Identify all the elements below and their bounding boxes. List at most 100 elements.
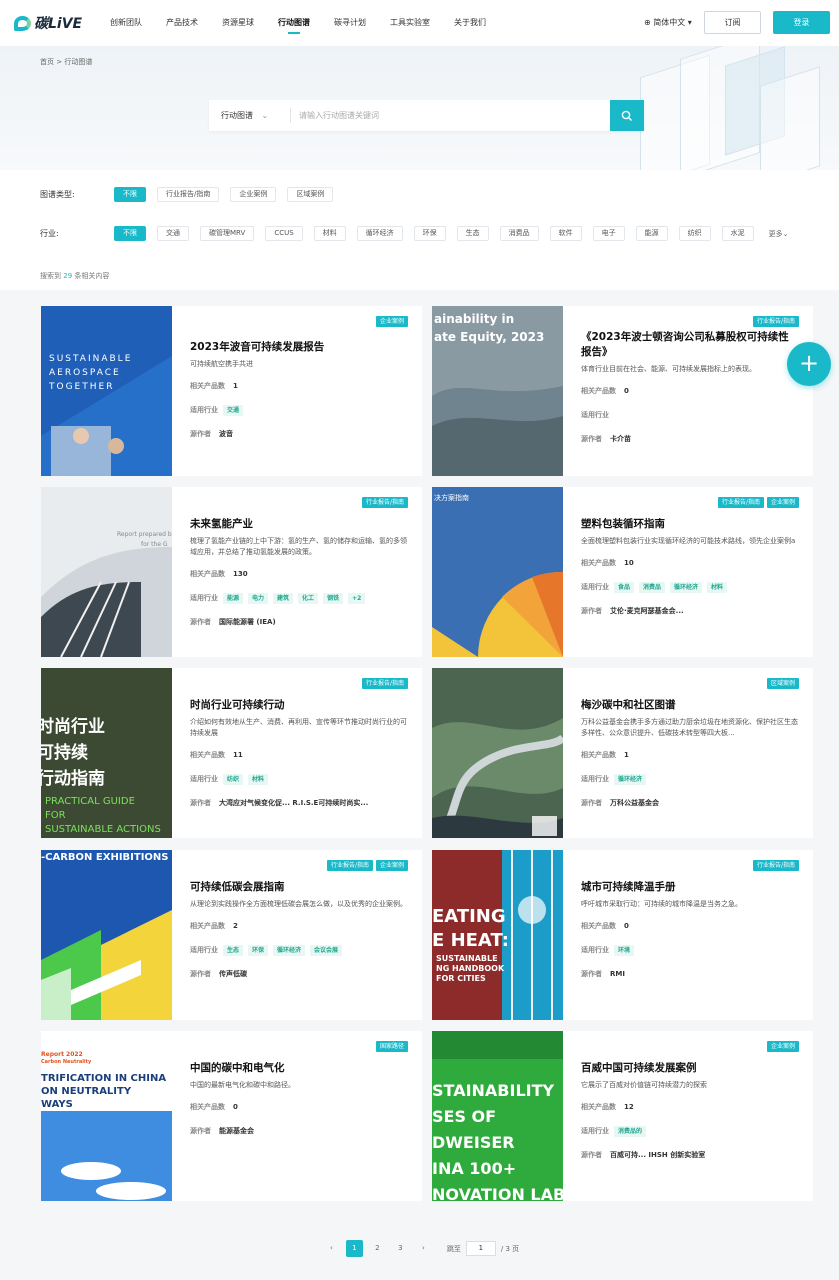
- nav-item[interactable]: 碳寻计划: [334, 0, 366, 46]
- result-card[interactable]: Report 2022 Carbon Neutrality TRIFICATION …: [41, 1031, 422, 1201]
- cover-text: EATING: [432, 906, 506, 927]
- breadcrumb-home[interactable]: 首页: [40, 58, 54, 66]
- subscribe-button[interactable]: 订阅: [704, 11, 761, 34]
- industry-tag[interactable]: 消费品: [639, 582, 666, 593]
- result-card[interactable]: Report prepared b for the G 行业报告/指南 未来氢能产业梳…: [41, 487, 422, 657]
- industry-filter-tag[interactable]: 软件: [549, 226, 582, 241]
- industry-tag[interactable]: 生态: [223, 945, 244, 956]
- industry-filter-tag[interactable]: 环保: [413, 226, 446, 241]
- card-title[interactable]: 百威中国可持续发展案例: [581, 1061, 799, 1076]
- jump-label: 跳至: [446, 1244, 461, 1253]
- industry-filter-tag[interactable]: 碳管理MRV: [200, 226, 255, 241]
- language-switch[interactable]: ⊕ 简体中文 ▾: [644, 17, 692, 28]
- industry-tag[interactable]: 环境: [614, 945, 635, 956]
- result-card[interactable]: EATING E HEAT: SUSTAINABLE NG HANDBOOK FOR C…: [432, 850, 813, 1020]
- industry-filter-tag[interactable]: 交通: [157, 226, 189, 241]
- result-card[interactable]: -CARBON EXHIBITIONS 行业报告/指南 企业案例 可持续低碳会展指南从…: [41, 850, 422, 1020]
- card-title[interactable]: 中国的碳中和电气化: [190, 1061, 408, 1076]
- type-filter-tag[interactable]: 不限: [114, 187, 146, 202]
- page-number[interactable]: 1: [345, 1240, 363, 1257]
- card-badges: 行业报告/指南 企业案例: [324, 860, 408, 871]
- industry-tag[interactable]: 电力: [248, 593, 269, 604]
- industry-filter-tag[interactable]: 循环经济: [356, 226, 403, 241]
- card-title[interactable]: 塑料包装循环指南: [581, 517, 799, 532]
- author-name[interactable]: 国际能源署 (IEA): [219, 615, 276, 630]
- prev-page-icon[interactable]: ‹: [323, 1240, 340, 1257]
- author-name[interactable]: 万科公益基金会: [610, 796, 659, 811]
- industry-filter-tag[interactable]: 材料: [313, 226, 346, 241]
- industry-filter-tag[interactable]: 不限: [114, 226, 146, 241]
- industry-tag[interactable]: 环保: [248, 945, 269, 956]
- industry-filter-tag[interactable]: 能源: [635, 226, 668, 241]
- nav-item[interactable]: 创新团队: [110, 0, 142, 46]
- type-filter-tag[interactable]: 企业案例: [230, 187, 277, 202]
- brand-logo[interactable]: 碳LiVE: [14, 13, 94, 33]
- type-filter-tag[interactable]: 行业报告/指南: [157, 187, 220, 202]
- nav-item[interactable]: 行动图谱: [278, 0, 310, 46]
- jump-input[interactable]: 1: [465, 1241, 496, 1256]
- card-cover-image: STAINABILITY SES OF DWEISER INA 100+ NOVATIO…: [432, 1031, 563, 1201]
- industry-tag[interactable]: 循环经济: [670, 582, 703, 593]
- industry-tag[interactable]: 循环经济: [273, 945, 306, 956]
- add-fab-button[interactable]: +: [787, 342, 831, 386]
- nav-item[interactable]: 资源星球: [222, 0, 254, 46]
- industry-filter-tag[interactable]: 生态: [456, 226, 489, 241]
- category-badge: 行业报告/指南: [361, 497, 408, 508]
- industry-filter-tag[interactable]: CCUS: [265, 226, 303, 241]
- industry-tag[interactable]: 消费品的: [614, 1126, 647, 1137]
- industry-filter-tag[interactable]: 水泥: [721, 226, 754, 241]
- industry-tag[interactable]: 纺织: [223, 774, 244, 785]
- card-title[interactable]: 《2023年波士顿咨询公司私募股权可持续性报告》: [581, 330, 799, 360]
- card-title[interactable]: 时尚行业可持续行动: [190, 698, 408, 713]
- industry-tag[interactable]: 钢铁: [323, 593, 344, 604]
- industry-filter-tag[interactable]: 消费品: [499, 226, 539, 241]
- industry-filter-tag[interactable]: 电子: [592, 226, 625, 241]
- page-number[interactable]: 2: [369, 1240, 386, 1257]
- author-name[interactable]: 能源基金会: [219, 1124, 254, 1139]
- author-name[interactable]: RMI: [610, 967, 625, 982]
- result-card[interactable]: 区域案例 梅沙碳中和社区图谱 万科公益基金会携手多方通过助力厨余垃圾在地资源化、保护…: [432, 668, 813, 838]
- nav-item[interactable]: 产品技术: [166, 0, 198, 46]
- search-button[interactable]: [610, 100, 644, 131]
- industry-tag[interactable]: 食品: [614, 582, 635, 593]
- author-name[interactable]: 卡介苗: [610, 432, 631, 447]
- author-name[interactable]: 百威可持... IHSH 创新实验室: [610, 1148, 705, 1163]
- author-name[interactable]: 艾伦·麦克阿瑟基金会...: [610, 604, 684, 619]
- card-title[interactable]: 梅沙碳中和社区图谱: [581, 698, 799, 713]
- search-scope-select[interactable]: 行动图谱 ⌄: [209, 108, 291, 123]
- industry-tag[interactable]: 材料: [707, 582, 728, 593]
- type-filter-tags: 不限 行业报告/指南 企业案例 区域案例: [114, 187, 344, 202]
- next-page-icon[interactable]: ›: [415, 1240, 432, 1257]
- card-title[interactable]: 2023年波音可持续发展报告: [190, 340, 408, 355]
- industry-tag[interactable]: 化工: [298, 593, 319, 604]
- result-card[interactable]: 时尚行业 可持续 行动指南 PRACTICAL GUIDE FOR SUSTAINABLE…: [41, 668, 422, 838]
- result-card[interactable]: 决方案指南 行业报告/指南 企业案例 塑料包装循环指南 全面梳理塑料包装行业实现循环经济…: [432, 487, 813, 657]
- result-card[interactable]: STAINABILITY SES OF DWEISER INA 100+ NOVATIO…: [432, 1031, 813, 1201]
- industry-tag[interactable]: +2: [348, 593, 366, 604]
- industry-tag[interactable]: 材料: [248, 774, 269, 785]
- industry-tag[interactable]: 循环经济: [614, 774, 647, 785]
- industry-tag[interactable]: 建筑: [273, 593, 294, 604]
- products-count: 1: [233, 382, 238, 390]
- industry-tag[interactable]: 会议会展: [310, 945, 343, 956]
- card-title[interactable]: 城市可持续降温手册: [581, 880, 799, 895]
- industry-tag[interactable]: 能源: [223, 593, 244, 604]
- page-number[interactable]: 3: [392, 1240, 409, 1257]
- result-card[interactable]: SUSTAINABLE AEROSPACE TOGETHER 企业案例 2023年波音可…: [41, 306, 422, 476]
- result-card[interactable]: ainability in ate Equity, 2023 行业报告/指南 《202…: [432, 306, 813, 476]
- category-badge: 企业案例: [375, 316, 408, 327]
- industry-row: 适用行业 食品 消费品 循环经济 材料: [581, 580, 799, 595]
- nav-item[interactable]: 关于我们: [454, 0, 486, 46]
- industry-filter-tag[interactable]: 纺织: [678, 226, 711, 241]
- industry-tag[interactable]: 交通: [223, 405, 244, 416]
- card-title[interactable]: 可持续低碳会展指南: [190, 880, 408, 895]
- author-name[interactable]: 波音: [219, 427, 233, 442]
- login-button[interactable]: 登录: [773, 11, 830, 34]
- type-filter-tag[interactable]: 区域案例: [287, 187, 334, 202]
- search-input[interactable]: [299, 111, 599, 120]
- author-name[interactable]: 传声低碳: [219, 967, 247, 982]
- more-industries-button[interactable]: 更多⌄: [769, 229, 789, 239]
- nav-item[interactable]: 工具实验室: [390, 0, 430, 46]
- author-name[interactable]: 大湾应对气候变化促... R.I.S.E可持续时尚实...: [219, 796, 368, 811]
- card-title[interactable]: 未来氢能产业: [190, 517, 408, 532]
